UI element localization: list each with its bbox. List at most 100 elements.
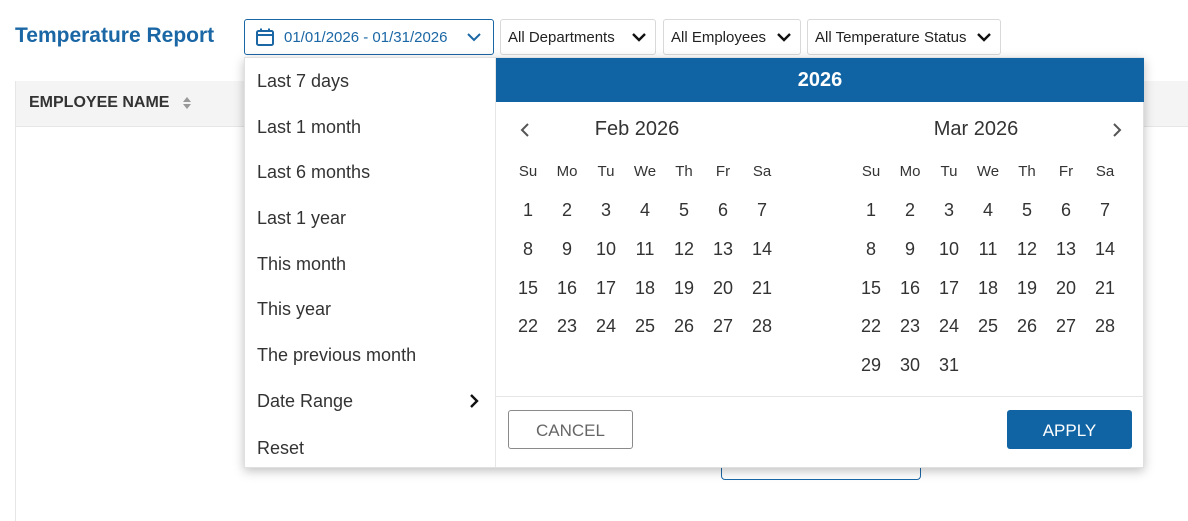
preset-last-1-year[interactable]: Last 1 year xyxy=(257,203,483,233)
calendar-day[interactable]: 23 xyxy=(893,314,927,338)
weekday-label: Fr xyxy=(715,163,731,180)
calendar-day[interactable]: 29 xyxy=(854,353,888,377)
calendar-day[interactable]: 21 xyxy=(1088,276,1122,300)
weekday-label: Th xyxy=(1018,163,1036,180)
calendar-day[interactable]: 28 xyxy=(1088,314,1122,338)
calendar-day[interactable]: 22 xyxy=(854,314,888,338)
calendar-day[interactable]: 25 xyxy=(628,314,662,338)
calendar-day[interactable]: 7 xyxy=(1088,198,1122,222)
preset-last-1-month[interactable]: Last 1 month xyxy=(257,112,483,142)
weekday-label: Su xyxy=(518,163,538,180)
preset-date-range-label: Date Range xyxy=(257,391,354,411)
calendar-day[interactable]: 11 xyxy=(971,237,1005,261)
calendar-day[interactable]: 2 xyxy=(550,198,584,222)
calendar-day[interactable]: 22 xyxy=(511,314,545,338)
calendar-day[interactable]: 26 xyxy=(1010,314,1044,338)
calendar-day[interactable]: 30 xyxy=(893,353,927,377)
calendar-day[interactable]: 3 xyxy=(589,198,623,222)
preset-reset[interactable]: Reset xyxy=(257,433,483,463)
calendar-day[interactable]: 10 xyxy=(932,237,966,261)
calendar-day[interactable]: 9 xyxy=(550,237,584,261)
chevron-right-icon[interactable] xyxy=(1108,121,1126,139)
calendar-day[interactable]: 23 xyxy=(550,314,584,338)
calendar-day[interactable]: 17 xyxy=(932,276,966,300)
preset-date-range[interactable]: Date Range xyxy=(257,386,483,416)
calendar-day[interactable]: 28 xyxy=(745,314,779,338)
calendar-day[interactable]: 18 xyxy=(628,276,662,300)
preset-last-6-months[interactable]: Last 6 months xyxy=(257,157,483,187)
year-header[interactable]: 2026 xyxy=(496,58,1144,102)
column-header-employee-name[interactable]: EMPLOYEE NAME xyxy=(29,94,192,112)
calendar-day[interactable]: 6 xyxy=(706,198,740,222)
calendar-day[interactable]: 26 xyxy=(667,314,701,338)
employees-value: All Employees xyxy=(671,28,767,46)
calendar-day[interactable]: 10 xyxy=(589,237,623,261)
departments-dropdown[interactable]: All Departments xyxy=(500,19,656,55)
calendar-day[interactable]: 16 xyxy=(893,276,927,300)
calendar-day[interactable]: 5 xyxy=(667,198,701,222)
weekday-label: Th xyxy=(675,163,693,180)
calendar-day[interactable]: 13 xyxy=(706,237,740,261)
calendar-day[interactable]: 16 xyxy=(550,276,584,300)
calendar-day[interactable]: 8 xyxy=(854,237,888,261)
calendar-day[interactable]: 15 xyxy=(854,276,888,300)
weekday-label: Sa xyxy=(752,163,772,180)
employees-dropdown[interactable]: All Employees xyxy=(663,19,801,55)
footer-divider xyxy=(496,396,1144,397)
calendar-day[interactable]: 14 xyxy=(1088,237,1122,261)
weekday-label: Sa xyxy=(1095,163,1115,180)
weekday-label: Mo xyxy=(899,163,921,180)
calendar-day[interactable]: 2 xyxy=(893,198,927,222)
calendar-day[interactable]: 7 xyxy=(745,198,779,222)
preset-last-7-days[interactable]: Last 7 days xyxy=(257,66,483,96)
calendar-day[interactable]: 17 xyxy=(589,276,623,300)
calendar-day[interactable]: 15 xyxy=(511,276,545,300)
weekday-label: We xyxy=(633,163,657,180)
calendar-day[interactable]: 24 xyxy=(589,314,623,338)
calendar-day[interactable]: 8 xyxy=(511,237,545,261)
calendar-day[interactable]: 14 xyxy=(745,237,779,261)
calendar-day[interactable]: 25 xyxy=(971,314,1005,338)
calendar-day[interactable]: 31 xyxy=(932,353,966,377)
calendar-day[interactable]: 24 xyxy=(932,314,966,338)
calendar-day[interactable]: 27 xyxy=(1049,314,1083,338)
date-range-filter[interactable]: 01/01/2026 - 01/31/2026 xyxy=(244,19,494,55)
calendar-day[interactable]: 6 xyxy=(1049,198,1083,222)
weekday-label: Su xyxy=(861,163,881,180)
calendar-day[interactable]: 20 xyxy=(706,276,740,300)
temperature-status-value: All Temperature Status xyxy=(815,28,967,46)
page-title: Temperature Report xyxy=(15,24,215,47)
apply-button[interactable]: APPLY xyxy=(1007,410,1132,449)
calendar-day[interactable]: 12 xyxy=(1010,237,1044,261)
calendar-day[interactable]: 19 xyxy=(1010,276,1044,300)
calendar-day[interactable]: 5 xyxy=(1010,198,1044,222)
calendar-day[interactable]: 9 xyxy=(893,237,927,261)
preset-this-year[interactable]: This year xyxy=(257,294,483,324)
calendar-day[interactable]: 11 xyxy=(628,237,662,261)
calendar-day[interactable]: 19 xyxy=(667,276,701,300)
calendar-day[interactable]: 1 xyxy=(511,198,545,222)
chevron-down-icon xyxy=(777,33,791,42)
weekday-label: Tu xyxy=(940,163,958,180)
chevron-right-icon xyxy=(470,394,479,408)
weekday-label: We xyxy=(976,163,1000,180)
calendar-day[interactable]: 12 xyxy=(667,237,701,261)
calendar-day[interactable]: 4 xyxy=(628,198,662,222)
temperature-status-dropdown[interactable]: All Temperature Status xyxy=(807,19,1001,55)
month-title-feb: Feb 2026 xyxy=(594,118,680,140)
weekday-label: Mo xyxy=(556,163,578,180)
calendar-day[interactable]: 27 xyxy=(706,314,740,338)
chevron-left-icon[interactable] xyxy=(516,121,534,139)
column-header-label: EMPLOYEE NAME xyxy=(29,94,170,111)
sort-icon xyxy=(182,96,191,109)
cancel-button[interactable]: CANCEL xyxy=(508,410,633,449)
preset-this-month[interactable]: This month xyxy=(257,249,483,279)
calendar-day[interactable]: 21 xyxy=(745,276,779,300)
calendar-day[interactable]: 3 xyxy=(932,198,966,222)
calendar-day[interactable]: 1 xyxy=(854,198,888,222)
calendar-day[interactable]: 18 xyxy=(971,276,1005,300)
calendar-day[interactable]: 13 xyxy=(1049,237,1083,261)
calendar-day[interactable]: 20 xyxy=(1049,276,1083,300)
calendar-day[interactable]: 4 xyxy=(971,198,1005,222)
preset-previous-month[interactable]: The previous month xyxy=(257,340,483,370)
